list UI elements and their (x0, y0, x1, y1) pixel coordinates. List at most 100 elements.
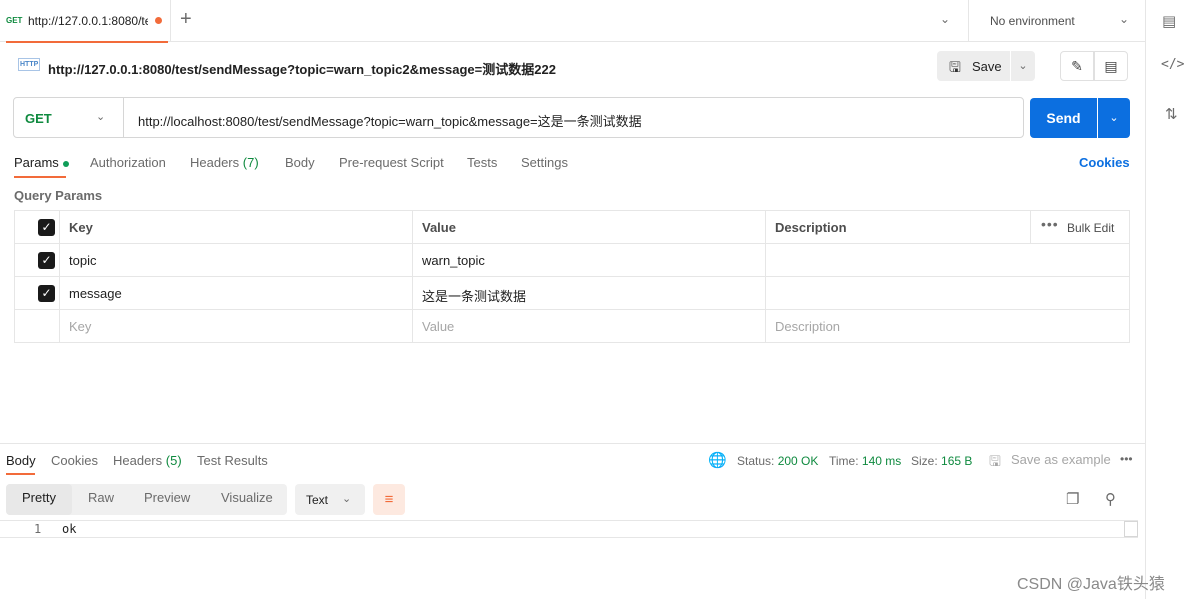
tab-headers[interactable]: Headers (7) (190, 155, 259, 170)
unsaved-dot-icon (155, 17, 162, 24)
comments-icon[interactable]: ▤ (1094, 51, 1128, 81)
response-more-options-icon[interactable]: ••• (1120, 452, 1133, 466)
response-tab-cookies[interactable]: Cookies (51, 453, 98, 468)
more-options-icon[interactable]: ••• (1041, 216, 1059, 232)
response-tab-headers[interactable]: Headers (5) (113, 453, 182, 468)
params-tab-indicator (14, 176, 66, 178)
tab-params[interactable]: Params (14, 155, 69, 170)
send-button[interactable]: Send (1030, 98, 1097, 138)
query-params-title: Query Params (14, 188, 103, 203)
new-value-input[interactable]: Value (413, 310, 766, 343)
table-row-new: Key Value Description (15, 310, 1129, 343)
tab-settings[interactable]: Settings (521, 155, 568, 170)
http-request-icon: HTTP (18, 58, 41, 71)
response-body-tab-indicator (6, 473, 35, 475)
tab-strip: GET http://127.0.0.1:8080/tes + ⌄ No env… (0, 0, 1145, 43)
code-snippet-icon[interactable]: </> (1161, 57, 1184, 72)
format-label: Text (306, 493, 329, 507)
param-key: topic (69, 253, 97, 268)
url-input[interactable]: http://localhost:8080/test/sendMessage?t… (138, 111, 642, 130)
tab-prerequest-script[interactable]: Pre-request Script (339, 155, 444, 170)
param-key: message (69, 286, 122, 301)
method-select[interactable]: GET ⌄ (14, 98, 124, 137)
response-headers-count: (5) (165, 453, 182, 468)
query-params-table: ✓ Key Value Description ••• Bulk Edit ✓ … (14, 210, 1130, 343)
param-description-cell[interactable] (766, 244, 1129, 277)
environment-label: No environment (990, 14, 1075, 28)
time-value: 140 ms (861, 454, 902, 468)
copy-icon[interactable]: ❐ (1066, 490, 1079, 508)
param-value-cell[interactable]: 这是一条测试数据 (413, 277, 766, 310)
send-options-chevron-icon[interactable]: ⌄ (1098, 98, 1130, 138)
tab-authorization[interactable]: Authorization (90, 155, 166, 170)
cookies-link[interactable]: Cookies (1079, 155, 1130, 170)
request-name[interactable]: http://127.0.0.1:8080/test/sendMessage?t… (48, 59, 556, 78)
environment-quicklook-icon[interactable]: ▤ (1162, 12, 1176, 30)
method-label: GET (25, 111, 52, 126)
response-headers-label: Headers (113, 453, 163, 468)
editor-scrollbar[interactable] (1124, 521, 1138, 537)
column-header-description: Description (775, 220, 847, 235)
table-header-row: ✓ Key Value Description ••• Bulk Edit (15, 211, 1129, 244)
view-raw-button[interactable]: Raw (88, 490, 114, 505)
size-value: 165 B (941, 454, 973, 468)
save-as-example-button[interactable]: Save as example (1011, 452, 1111, 467)
wrap-lines-icon[interactable]: ≡ (373, 484, 405, 515)
new-description-input[interactable]: Description (766, 310, 1129, 343)
related-collections-icon[interactable]: ⇅ (1165, 105, 1178, 123)
chevron-down-icon: ⌄ (96, 111, 106, 123)
save-button[interactable]: 🖫 Save (937, 51, 1010, 81)
view-preview-button[interactable]: Preview (144, 490, 190, 505)
param-value: 这是一条测试数据 (422, 289, 527, 304)
new-tab-plus-icon[interactable]: + (180, 8, 192, 31)
environment-select[interactable]: No environment ⌄ (968, 0, 1145, 42)
edit-pencil-icon[interactable]: ✎ (1060, 51, 1094, 81)
response-tab-body[interactable]: Body (6, 453, 36, 468)
headers-count: (7) (242, 155, 259, 170)
view-pretty-button[interactable]: Pretty (22, 490, 56, 505)
save-button-label: Save (972, 59, 1002, 74)
request-tab[interactable]: GET http://127.0.0.1:8080/tes (0, 0, 171, 43)
row-checkbox[interactable]: ✓ (38, 285, 55, 302)
response-tab-test-results[interactable]: Test Results (197, 453, 268, 468)
response-divider[interactable] (0, 443, 1145, 444)
status-value: 200 OK (777, 454, 819, 468)
search-icon[interactable]: ⚲ (1105, 490, 1116, 508)
param-description-cell[interactable] (766, 277, 1129, 310)
status-readout[interactable]: Status: 200 OK (737, 454, 818, 468)
tab-tests[interactable]: Tests (467, 155, 497, 170)
column-header-value: Value (422, 220, 456, 235)
new-key-input[interactable]: Key (60, 310, 413, 343)
param-key-cell[interactable]: topic (60, 244, 413, 277)
save-icon: 🖫 (949, 59, 961, 75)
row-checkbox[interactable]: ✓ (38, 252, 55, 269)
size-label: Size: (911, 454, 938, 468)
param-value-cell[interactable]: warn_topic (413, 244, 766, 277)
watermark: CSDN @Java铁头猿 (1017, 576, 1165, 593)
url-bar: GET ⌄ http://localhost:8080/test/sendMes… (13, 97, 1024, 138)
right-sidebar: ▤ </> ⇅ (1145, 0, 1196, 599)
bulk-edit-link[interactable]: Bulk Edit (1067, 221, 1114, 235)
tabs-dropdown-chevron-icon[interactable]: ⌄ (940, 12, 950, 26)
time-readout[interactable]: Time: 140 ms (829, 454, 901, 468)
response-body-line[interactable]: 1 ok (0, 520, 1138, 538)
tab-active-indicator (6, 41, 168, 43)
tab-body[interactable]: Body (285, 155, 315, 170)
chevron-down-icon: ⌄ (342, 493, 352, 505)
select-all-checkbox[interactable]: ✓ (38, 219, 55, 236)
new-key-placeholder: Key (69, 319, 92, 334)
size-readout[interactable]: Size: 165 B (911, 454, 972, 468)
tab-method: GET (6, 16, 23, 25)
globe-icon[interactable]: 🌐 (708, 451, 727, 469)
column-header-key: Key (69, 220, 93, 235)
format-select[interactable]: Text ⌄ (295, 484, 365, 515)
chevron-down-icon: ⌄ (1119, 12, 1130, 26)
params-active-dot-icon (62, 160, 69, 167)
tab-title: http://127.0.0.1:8080/tes (28, 14, 148, 28)
response-view-selector: Pretty Raw Preview Visualize (6, 484, 287, 515)
save-options-chevron-icon[interactable]: ⌄ (1011, 51, 1035, 81)
view-visualize-button[interactable]: Visualize (221, 490, 273, 505)
table-row: ✓ topic warn_topic (15, 244, 1129, 277)
param-key-cell[interactable]: message (60, 277, 413, 310)
tab-params-label: Params (14, 155, 59, 170)
